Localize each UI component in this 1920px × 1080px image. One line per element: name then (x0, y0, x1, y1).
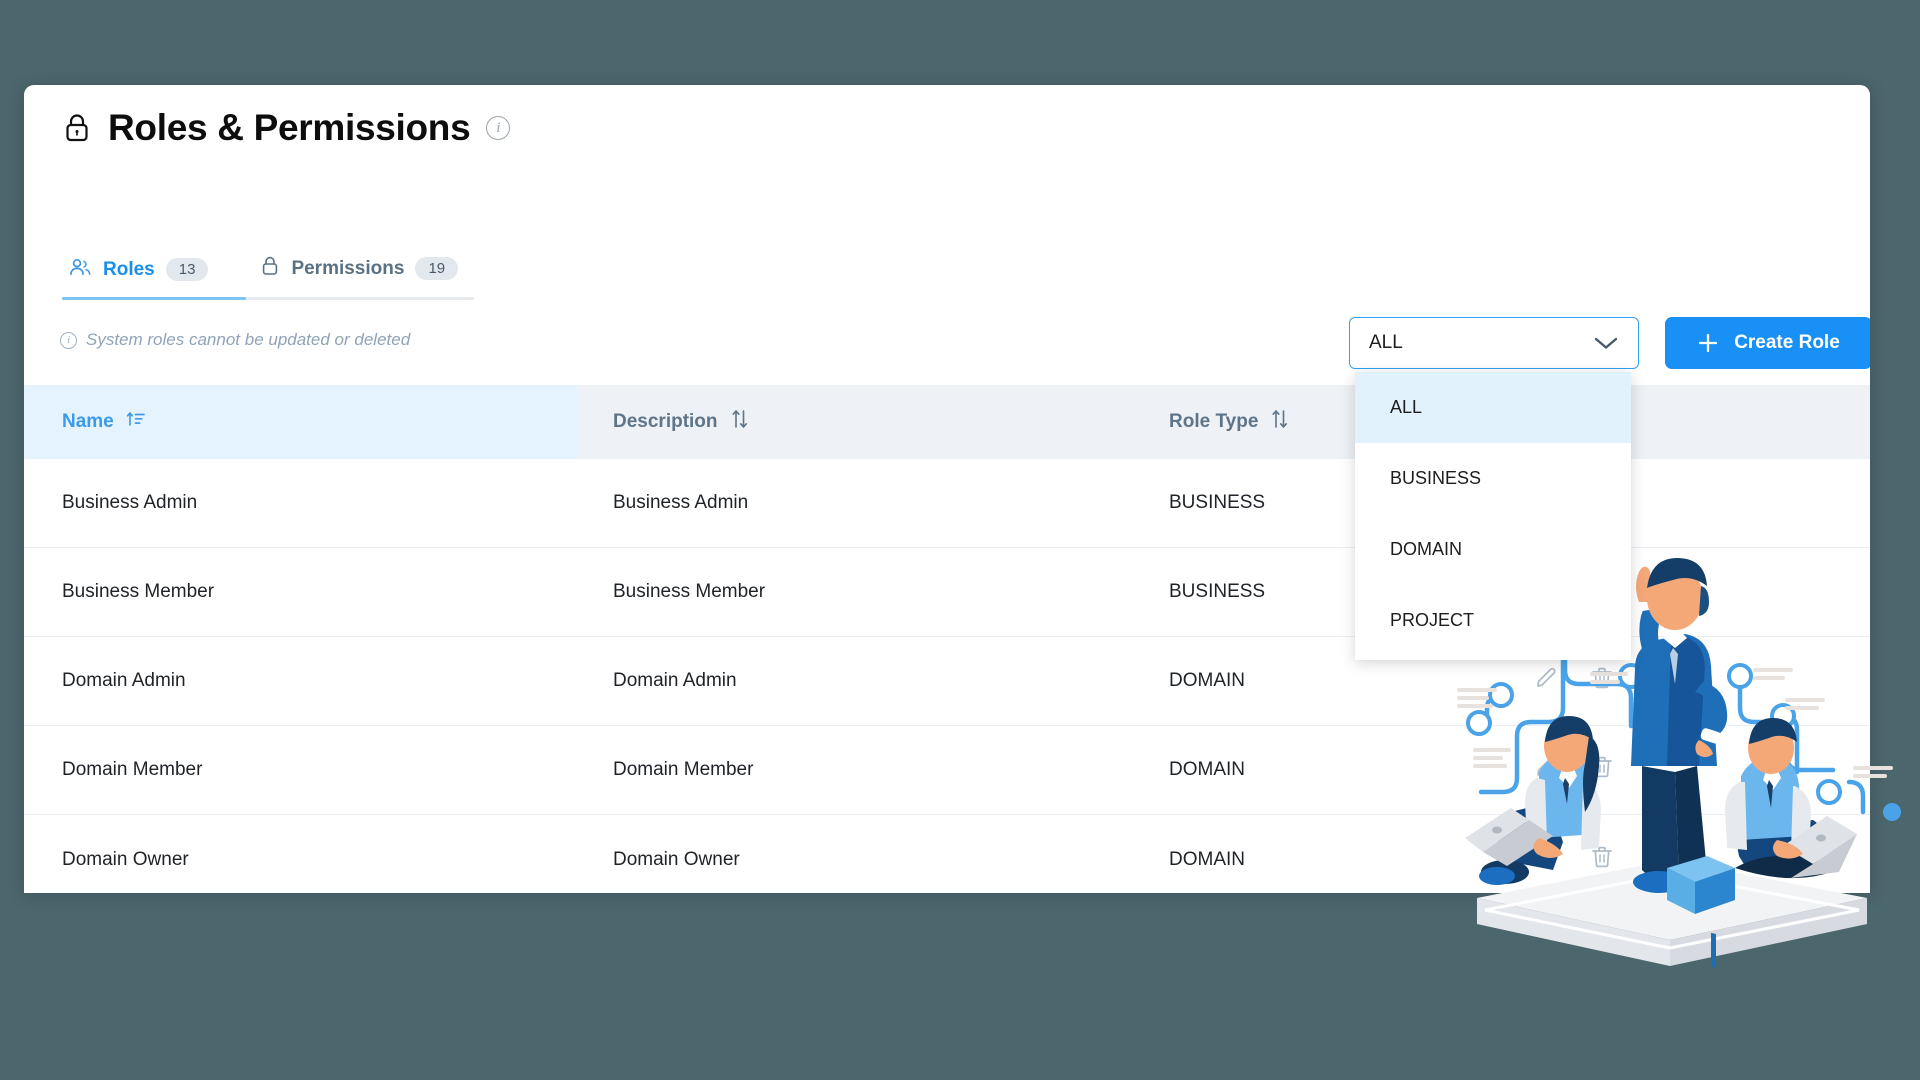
create-role-button[interactable]: Create Role (1665, 317, 1870, 369)
edit-role-button[interactable] (1533, 754, 1559, 786)
column-header-role-type-label: Role Type (1169, 411, 1259, 432)
cell-description: Business Member (613, 581, 766, 602)
cell-name: Business Admin (62, 492, 198, 513)
cell-description: Domain Member (613, 759, 754, 780)
filter-option-domain[interactable]: DOMAIN (1355, 514, 1631, 585)
filter-option-business[interactable]: BUSINESS (1355, 443, 1631, 514)
tab-roles-badge: 13 (165, 258, 209, 281)
tab-permissions[interactable]: Permissions 19 (230, 255, 480, 298)
edit-role-button[interactable] (1533, 665, 1559, 697)
role-type-filter-menu[interactable]: ALL BUSINESS DOMAIN PROJECT (1355, 372, 1631, 660)
plus-icon (1697, 332, 1719, 354)
tab-bar: Roles 13 Permissions 19 (62, 255, 474, 298)
filter-option-project[interactable]: PROJECT (1355, 585, 1631, 656)
cell-name: Domain Owner (62, 848, 189, 870)
sort-updown-icon[interactable] (1270, 408, 1290, 436)
cell-description: Domain Admin (613, 670, 737, 691)
cell-name: Domain Admin (62, 670, 186, 691)
sort-ascending-icon[interactable] (126, 409, 146, 435)
system-roles-notice: i System roles cannot be updated or dele… (60, 330, 410, 350)
filter-option-all[interactable]: ALL (1355, 372, 1631, 443)
page-title: Roles & Permissions (108, 107, 471, 148)
cell-name: Domain Member (62, 759, 203, 780)
cell-description: Domain Owner (613, 848, 740, 870)
cell-actions (1515, 844, 1870, 876)
role-type-filter-select[interactable]: ALL (1349, 317, 1639, 369)
tab-permissions-label: Permissions (291, 257, 405, 279)
cell-name: Business Member (62, 581, 215, 602)
column-header-description[interactable]: Description (577, 385, 1130, 459)
column-header-name[interactable]: Name (24, 385, 577, 459)
info-icon[interactable]: i (486, 116, 511, 140)
sort-updown-icon[interactable] (730, 408, 750, 436)
delete-role-button[interactable] (1589, 754, 1615, 786)
delete-role-button[interactable] (1589, 665, 1615, 697)
table-row[interactable]: Domain Member Domain Member DOMAIN (24, 726, 1870, 815)
cell-actions (1515, 665, 1870, 697)
cell-description: Business Admin (613, 492, 749, 513)
notice-text: System roles cannot be updated or delete… (86, 330, 411, 349)
page-header: Roles & Permissions i (62, 107, 511, 149)
cell-role-type: DOMAIN (1169, 848, 1245, 870)
edit-role-button[interactable] (1533, 844, 1559, 876)
tab-underline-active (62, 297, 246, 300)
cell-role-type: DOMAIN (1169, 759, 1245, 780)
create-role-label: Create Role (1734, 332, 1840, 353)
lock-icon (260, 255, 280, 282)
role-type-filter-value: ALL (1369, 332, 1403, 353)
lock-icon (62, 112, 92, 144)
cell-role-type: DOMAIN (1169, 670, 1245, 691)
roles-permissions-card: Roles & Permissions i Roles 13 Permissio… (24, 85, 1870, 893)
table-row[interactable]: Domain Owner Domain Owner DOMAIN (24, 815, 1870, 893)
column-header-description-label: Description (613, 411, 718, 432)
tab-roles[interactable]: Roles 13 (62, 257, 230, 298)
chevron-down-icon[interactable] (1593, 335, 1619, 351)
people-icon (68, 257, 92, 282)
info-icon: i (60, 331, 77, 349)
column-header-name-label: Name (62, 411, 114, 432)
tab-roles-label: Roles (103, 258, 155, 280)
delete-role-button[interactable] (1589, 844, 1615, 876)
tab-permissions-badge: 19 (415, 257, 459, 280)
cell-actions (1515, 754, 1870, 786)
